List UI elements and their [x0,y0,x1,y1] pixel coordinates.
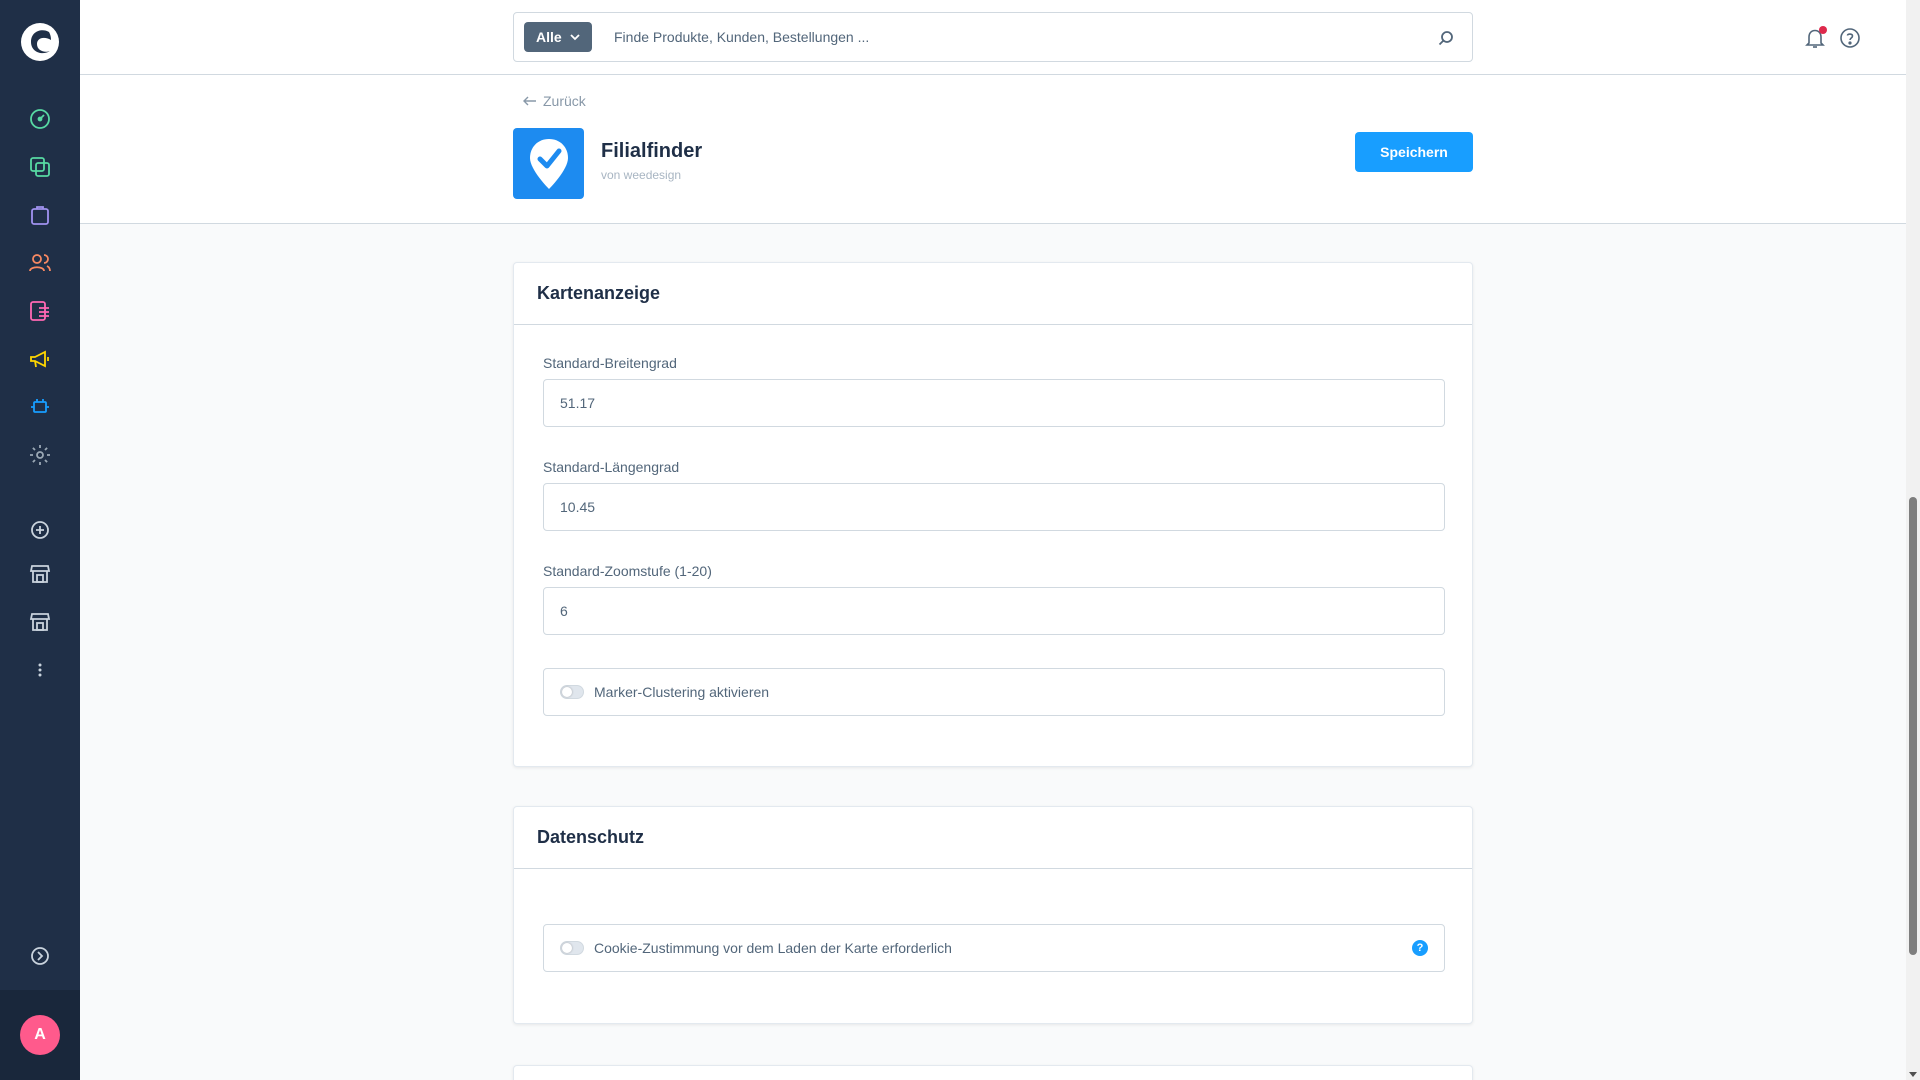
zoom-label: Standard-Zoomstufe (1-20) [543,563,712,579]
chevron-down-icon [570,34,580,41]
clustering-switch-field: Marker-Clustering aktivieren [543,668,1445,716]
clustering-label: Marker-Clustering aktivieren [594,684,770,700]
scrollbar-thumb[interactable] [1909,497,1917,955]
extensions-icon[interactable] [26,393,54,421]
search-input[interactable] [614,13,1414,61]
latitude-input[interactable] [543,379,1445,427]
shopware-logo-icon[interactable] [20,22,60,62]
customers-icon[interactable] [26,249,54,277]
content-icon[interactable] [26,297,54,325]
save-button[interactable]: Speichern [1355,132,1473,172]
page-scrollbar[interactable] [1906,0,1920,1080]
clustering-toggle[interactable] [560,685,584,699]
storefront-2-icon[interactable] [26,608,54,636]
scroll-down-arrow-icon[interactable] [1909,1072,1917,1077]
storefront-icon[interactable] [26,560,54,588]
search-type-label: Alle [536,29,562,45]
longitude-input[interactable] [543,483,1445,531]
card-title: Kartenanzeige [514,263,1472,325]
cookie-consent-label: Cookie-Zustimmung vor dem Laden der Kart… [594,940,952,956]
expand-sidebar-icon[interactable] [26,942,54,970]
help-tooltip-icon[interactable]: ? [1412,940,1428,956]
avatar[interactable]: A [20,1015,60,1055]
cookie-consent-toggle[interactable] [560,941,584,955]
add-circle-icon[interactable] [26,516,54,544]
smart-bar: Zurück Filialfinder von weedesign Speich… [80,75,1906,224]
cookie-consent-switch-field: Cookie-Zustimmung vor dem Laden der Kart… [543,924,1445,972]
search-icon[interactable] [1436,28,1456,48]
app-vendor: von weedesign [601,168,682,182]
user-area: A [0,990,80,1080]
latitude-label: Standard-Breitengrad [543,355,677,371]
help-icon[interactable] [1838,26,1862,50]
back-link[interactable]: Zurück [523,93,586,109]
longitude-label: Standard-Längengrad [543,459,680,475]
app-location-pin-icon [513,128,584,199]
notification-indicator [1819,26,1827,34]
catalogue-icon[interactable] [26,153,54,181]
map-display-card: Kartenanzeige Standard-Breitengrad Stand… [513,262,1473,767]
marketing-icon[interactable] [26,345,54,373]
dashboard-icon[interactable] [26,105,54,133]
more-dots-icon[interactable] [26,656,54,684]
zoom-input[interactable] [543,587,1445,635]
top-bar: Alle [80,0,1906,75]
global-search: Alle [513,12,1473,62]
page-title: Filialfinder [601,140,703,162]
search-type-select[interactable]: Alle [524,22,592,52]
card-title: Datenschutz [514,807,1472,869]
arrow-left-icon [523,96,536,106]
admin-sidebar: A [0,0,80,1080]
settings-icon[interactable] [26,441,54,469]
privacy-card: Datenschutz Cookie-Zustimmung vor dem La… [513,806,1473,1024]
orders-icon[interactable] [26,201,54,229]
next-card [513,1065,1473,1080]
back-link-label: Zurück [543,93,586,109]
